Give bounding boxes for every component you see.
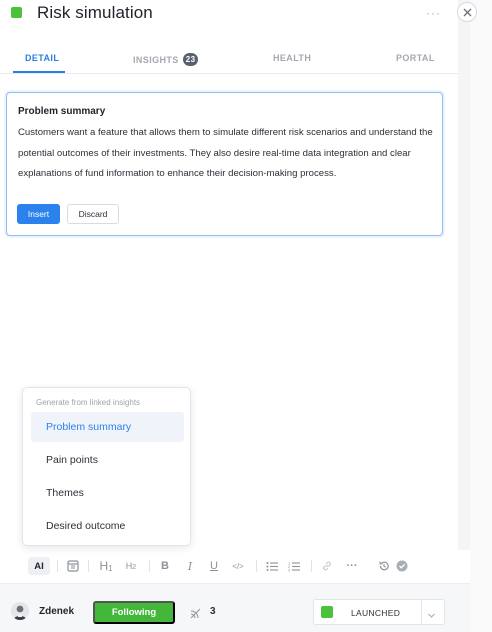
signal-icon (190, 606, 201, 624)
numbered-list-icon[interactable]: 123 (284, 556, 304, 576)
side-gutter (470, 0, 492, 632)
close-icon (463, 8, 471, 16)
svg-text:3: 3 (288, 568, 290, 572)
heading-1-label: H (99, 559, 109, 573)
menu-item-label: Pain points (46, 454, 98, 466)
ai-generate-menu: Generate from linked insights Problem su… (22, 387, 191, 546)
panel-footer: Zdenek Following 3 LAUNCHED (0, 583, 470, 632)
status-dropdown[interactable]: LAUNCHED (313, 599, 445, 625)
toolbar-divider (311, 560, 312, 572)
menu-heading: Generate from linked insights (36, 398, 141, 407)
panel-header: Risk simulation ··· (0, 0, 458, 36)
link-icon[interactable] (319, 556, 335, 576)
insights-count-badge: 23 (182, 53, 199, 66)
menu-item-label: Themes (46, 487, 84, 499)
more-options-icon[interactable]: ··· (426, 6, 441, 20)
template-icon[interactable] (65, 556, 81, 576)
check-circle-icon[interactable] (395, 556, 409, 576)
following-button[interactable]: Following (93, 601, 175, 624)
bold-button[interactable]: B (157, 556, 173, 576)
suggestion-title: Problem summary (18, 106, 106, 117)
menu-item-label: Desired outcome (46, 520, 126, 532)
tab-detail[interactable]: DETAIL (25, 53, 59, 63)
tab-health[interactable]: HEALTH (273, 53, 311, 63)
user-name: Zdenek (39, 606, 75, 617)
underline-button[interactable]: U (205, 556, 223, 576)
history-icon[interactable] (373, 556, 395, 576)
bullet-list-icon[interactable] (264, 556, 280, 576)
close-button[interactable] (457, 2, 477, 22)
detail-panel: Risk simulation ··· DETAIL INSIGHTS 23 H… (0, 0, 470, 632)
menu-item-label: Problem summary (46, 421, 132, 433)
status-color-indicator (321, 606, 333, 618)
status-label: LAUNCHED (351, 608, 401, 618)
active-tab-indicator (13, 71, 65, 73)
toolbar-divider (88, 560, 89, 572)
tab-bar: DETAIL INSIGHTS 23 HEALTH PORTAL (0, 46, 458, 74)
scrollbar-track[interactable] (458, 0, 470, 550)
toolbar-divider (256, 560, 257, 572)
tab-label: DETAIL (25, 53, 60, 63)
more-formatting-icon[interactable]: ··· (341, 556, 363, 576)
suggestion-text: Customers want a feature that allows the… (18, 127, 433, 179)
discard-button[interactable]: Discard (67, 204, 119, 224)
tab-label: PORTAL (396, 53, 435, 63)
tab-label: HEALTH (273, 53, 312, 63)
tab-insights[interactable]: INSIGHTS 23 (133, 53, 199, 66)
status-indicator (11, 7, 22, 18)
ai-assist-button[interactable]: AI (28, 557, 50, 575)
italic-button[interactable]: I (179, 556, 201, 576)
avatar[interactable] (11, 602, 29, 620)
chevron-down-icon[interactable] (427, 607, 436, 625)
toolbar-divider (149, 560, 150, 572)
toolbar-divider (57, 560, 58, 572)
tab-label: INSIGHTS (133, 54, 179, 65)
editor-toolbar: AI H1 H2 B I U </> 123 ··· (28, 556, 438, 576)
menu-item-pain-points[interactable]: Pain points (31, 445, 184, 475)
code-button[interactable]: </> (227, 556, 249, 576)
menu-item-problem-summary[interactable]: Problem summary (31, 412, 184, 442)
dropdown-divider (421, 600, 422, 624)
heading-2-button[interactable]: H2 (120, 556, 142, 576)
insert-button[interactable]: Insert (17, 204, 60, 224)
heading-2-sub: 2 (132, 564, 137, 571)
heading-1-button[interactable]: H1 (96, 556, 116, 576)
tab-portal[interactable]: PORTAL (396, 53, 435, 63)
menu-item-themes[interactable]: Themes (31, 478, 184, 508)
menu-item-desired-outcome[interactable]: Desired outcome (31, 511, 184, 541)
page-title: Risk simulation (37, 3, 153, 22)
signal-count: 3 (210, 606, 216, 617)
ai-suggestion-card: Problem summary Customers want a feature… (6, 92, 443, 236)
heading-1-sub: 1 (108, 563, 113, 573)
